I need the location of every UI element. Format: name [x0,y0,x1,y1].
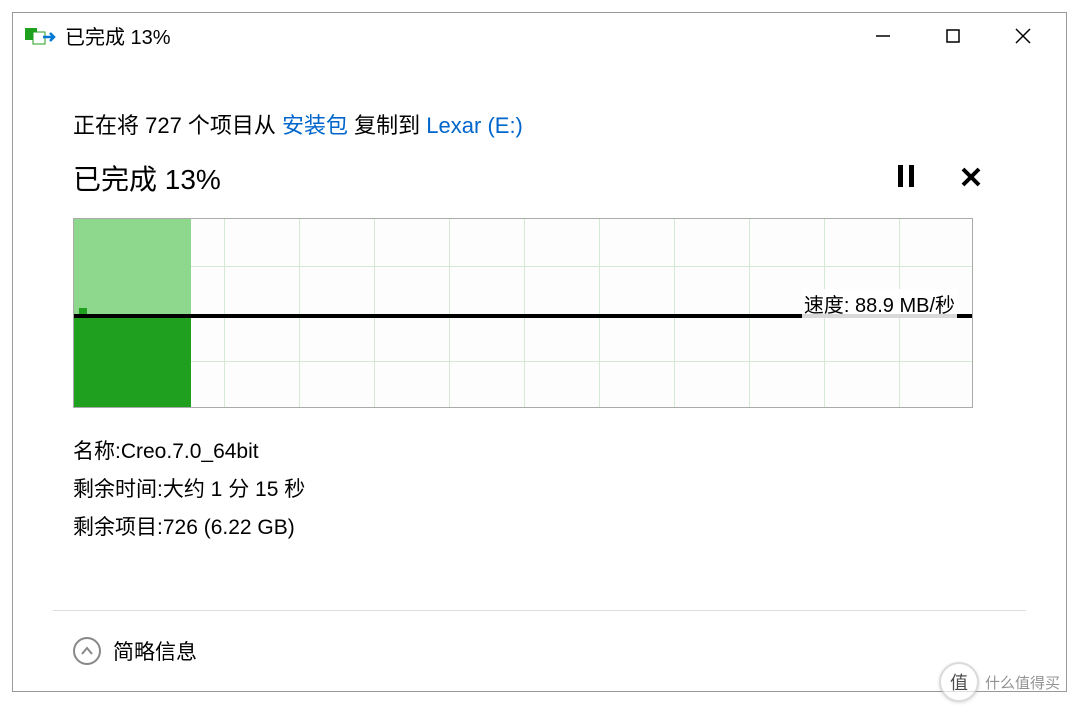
progress-header: 已完成 13% [73,158,1006,198]
divider [53,610,1026,611]
time-value: 大约 1 分 15 秒 [163,471,305,509]
watermark-badge: 值 [939,662,979,702]
close-button[interactable] [988,16,1058,56]
detail-name: 名称: Creo.7.0_64bit [73,433,1006,471]
copy-transfer-icon [25,26,57,46]
name-label: 名称: [73,433,121,471]
maximize-button[interactable] [918,16,988,56]
speed-chart: 速度: 88.9 MB/秒 [73,218,973,408]
time-label: 剩余时间: [73,471,163,509]
dest-link[interactable]: Lexar (E:) [426,113,523,138]
chart-fill-upper [74,219,191,314]
content-area: 正在将 727 个项目从 安装包 复制到 Lexar (E:) 已完成 13% … [13,58,1066,546]
watermark-text: 什么值得买 [985,672,1060,693]
minimize-button[interactable] [848,16,918,56]
copy-prefix: 正在将 727 个项目从 [73,113,282,138]
source-link[interactable]: 安装包 [282,113,348,138]
progress-text: 已完成 13% [73,158,891,198]
copy-dialog-window: 已完成 13% 正在将 727 个项目从 安装包 复制到 Lexar (E:) … [12,12,1067,692]
chevron-up-icon [73,637,101,665]
speed-label: 速度: 88.9 MB/秒 [802,289,957,318]
items-value: 726 (6.22 GB) [163,509,295,547]
window-controls [848,16,1058,56]
detail-time: 剩余时间: 大约 1 分 15 秒 [73,471,1006,509]
cancel-button[interactable] [956,163,986,194]
window-title: 已完成 13% [65,21,848,50]
details: 名称: Creo.7.0_64bit 剩余时间: 大约 1 分 15 秒 剩余项… [73,433,1006,546]
items-label: 剩余项目: [73,509,163,547]
copy-middle: 复制到 [348,113,426,138]
footer-toggle-label: 简略信息 [113,636,197,666]
pause-button[interactable] [891,163,921,194]
chart-fill-lower [74,314,191,407]
name-value: Creo.7.0_64bit [121,433,259,471]
titlebar[interactable]: 已完成 13% [13,13,1066,58]
watermark: 值 什么值得买 [939,662,1060,702]
footer-toggle[interactable]: 简略信息 [73,636,197,666]
copy-description: 正在将 727 个项目从 安装包 复制到 Lexar (E:) [73,108,1006,140]
detail-items: 剩余项目: 726 (6.22 GB) [73,509,1006,547]
